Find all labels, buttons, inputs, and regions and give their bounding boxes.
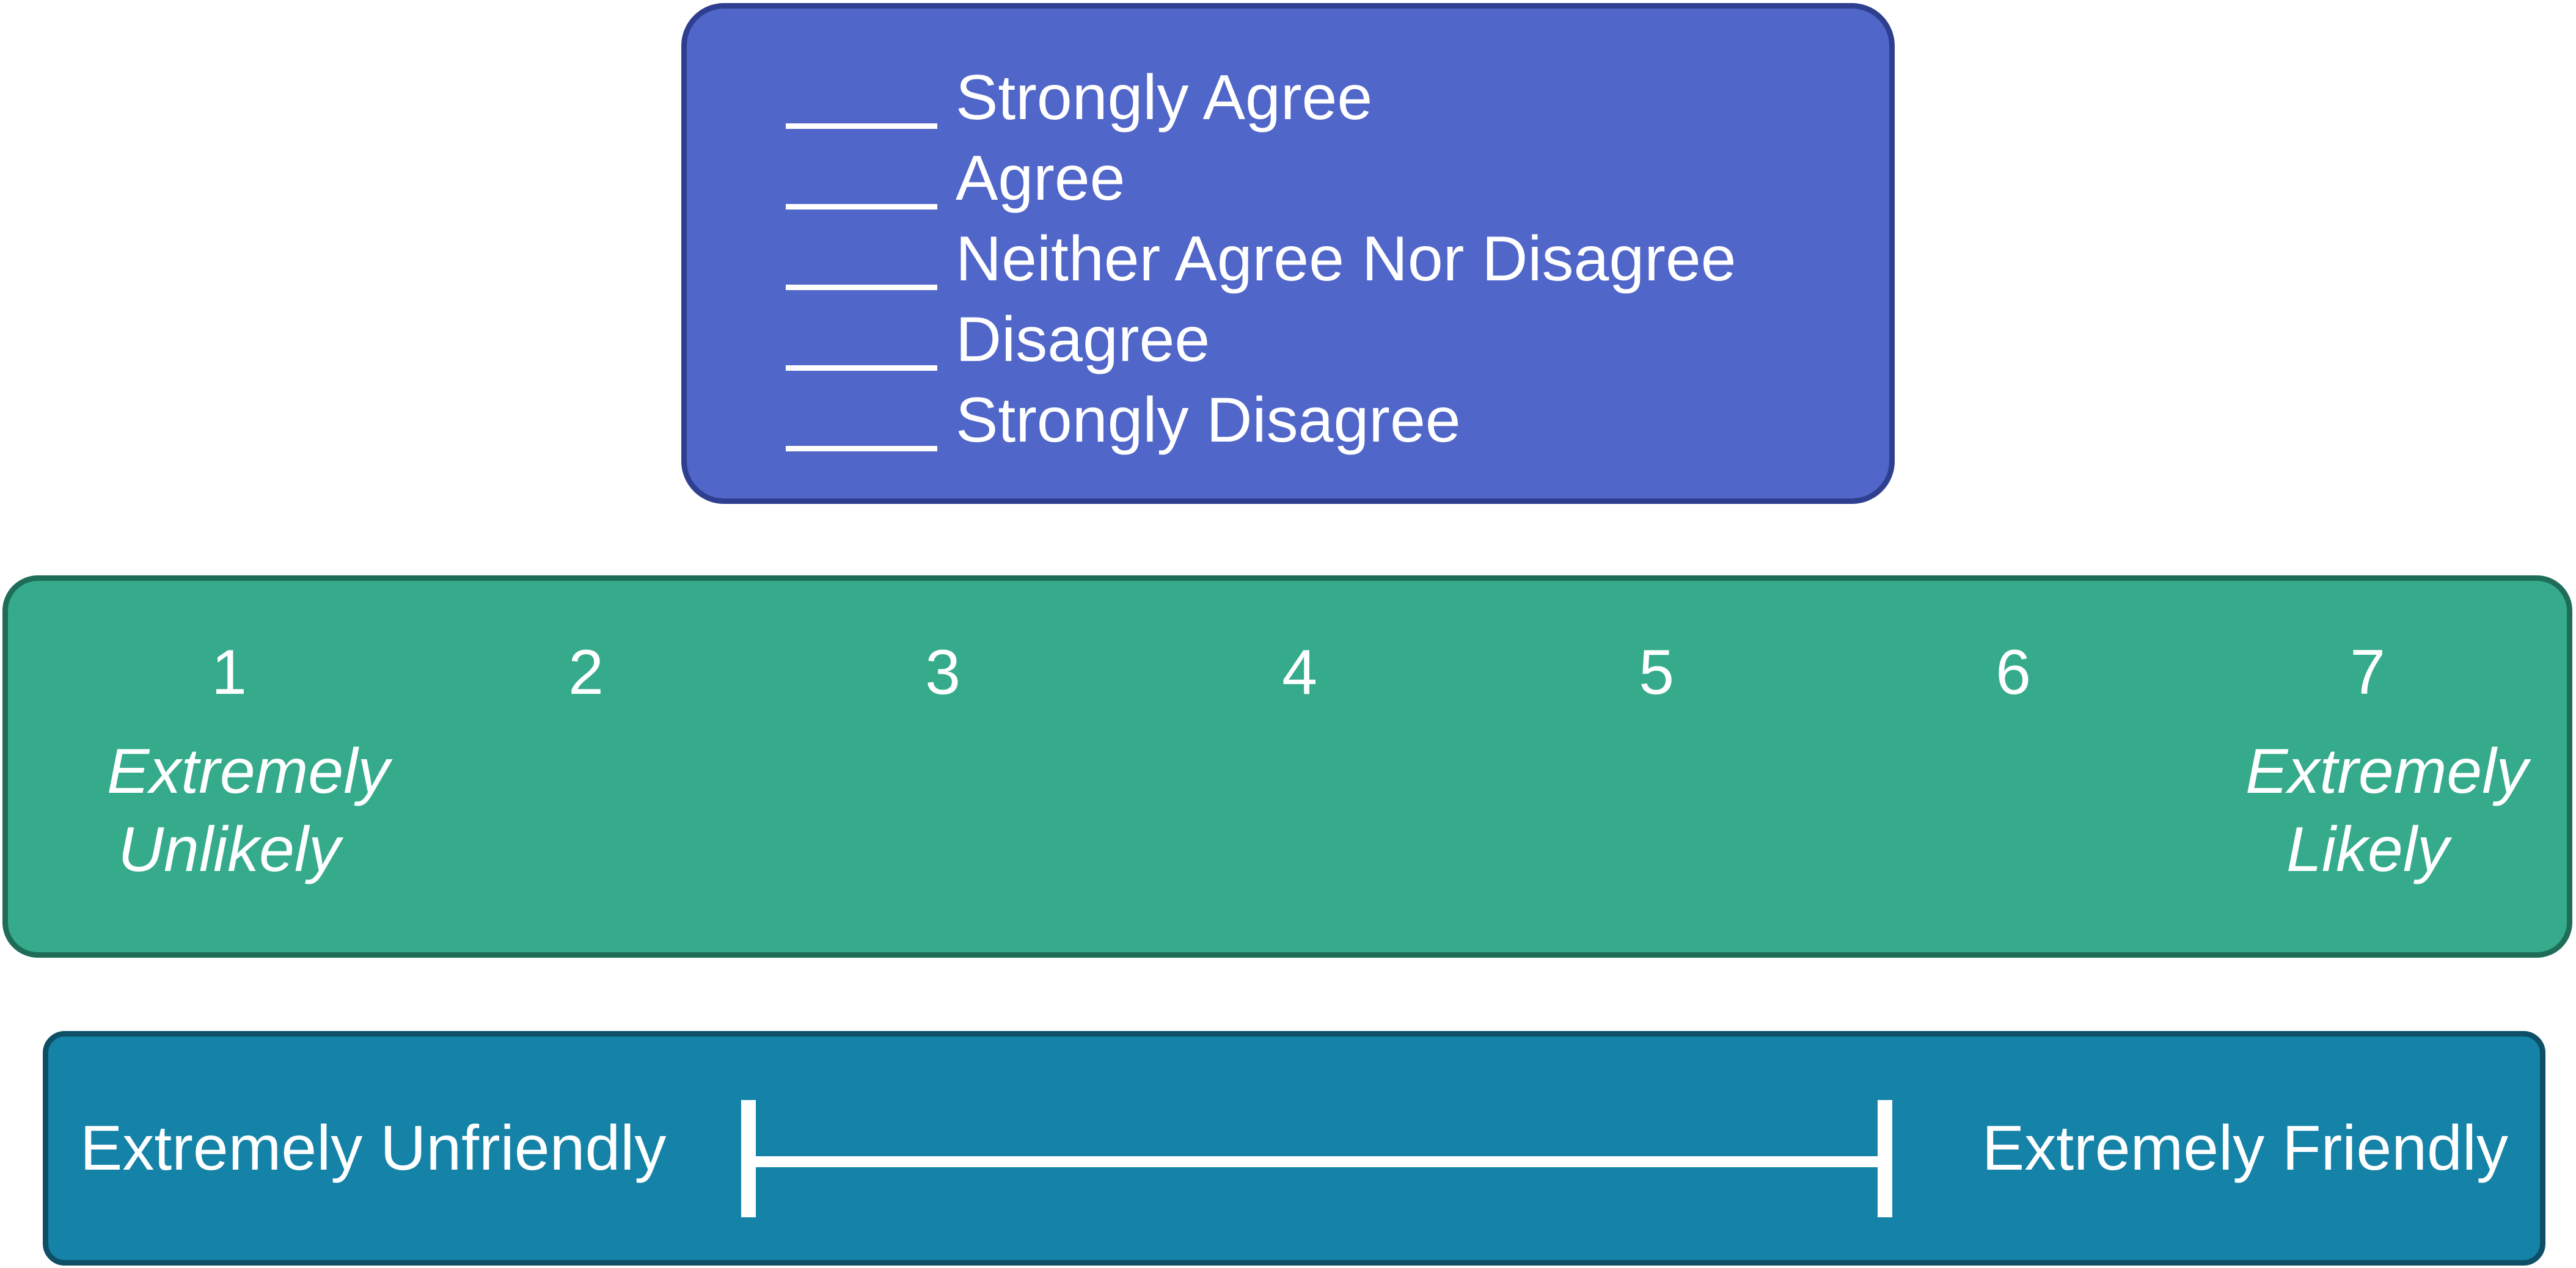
likert-option: Neither Agree Nor Disagree xyxy=(786,219,1736,299)
likert-option: Agree xyxy=(786,138,1736,219)
numeric-scale-panel: 1 Extremely Unlikely 2 3 4 5 6 7 Extreme… xyxy=(2,575,2572,958)
likert-option: Disagree xyxy=(786,299,1736,380)
semantic-differential-panel: Extremely Unfriendly Extremely Friendly xyxy=(43,1031,2545,1266)
scale-point-1: 1 Extremely Unlikely xyxy=(107,636,390,889)
answer-blank xyxy=(786,445,937,451)
answer-blank xyxy=(786,123,937,129)
scale-number: 1 xyxy=(211,637,247,708)
low-anchor-label: Extremely Unlikely xyxy=(107,736,390,885)
answer-blank xyxy=(786,284,937,290)
high-anchor-label: Extremely Likely xyxy=(2245,736,2528,885)
scale-number: 3 xyxy=(925,637,961,708)
likert-option-label: Agree xyxy=(956,143,1125,214)
scale-point-6: 6 xyxy=(1891,636,2135,709)
likert-agreement-panel: Strongly Agree Agree Neither Agree Nor D… xyxy=(681,3,1895,504)
likert-option: Strongly Agree xyxy=(786,57,1736,138)
scale-number: 5 xyxy=(1639,637,1674,708)
likert-options-list: Strongly Agree Agree Neither Agree Nor D… xyxy=(786,57,1736,461)
answer-blank xyxy=(786,203,937,210)
answer-blank xyxy=(786,365,937,371)
scale-point-4: 4 xyxy=(1177,636,1422,709)
differential-right-end-tick xyxy=(1878,1100,1892,1217)
scale-number: 2 xyxy=(568,637,604,708)
likert-option-label: Strongly Disagree xyxy=(956,385,1461,456)
likert-option-label: Disagree xyxy=(956,304,1210,375)
likert-option-label: Neither Agree Nor Disagree xyxy=(956,224,1736,294)
scale-number: 4 xyxy=(1282,637,1317,708)
differential-left-label: Extremely Unfriendly xyxy=(80,1112,667,1184)
differential-line xyxy=(748,1156,1883,1167)
scale-point-7: 7 Extremely Likely xyxy=(2245,636,2528,889)
scale-number: 7 xyxy=(2350,637,2385,708)
scale-point-2: 2 xyxy=(464,636,708,709)
differential-right-label: Extremely Friendly xyxy=(1981,1112,2508,1184)
scale-number: 6 xyxy=(1996,637,2031,708)
scale-point-5: 5 xyxy=(1534,636,1779,709)
likert-option: Strongly Disagree xyxy=(786,380,1736,461)
scale-point-3: 3 xyxy=(821,636,1065,709)
likert-option-label: Strongly Agree xyxy=(956,62,1373,133)
